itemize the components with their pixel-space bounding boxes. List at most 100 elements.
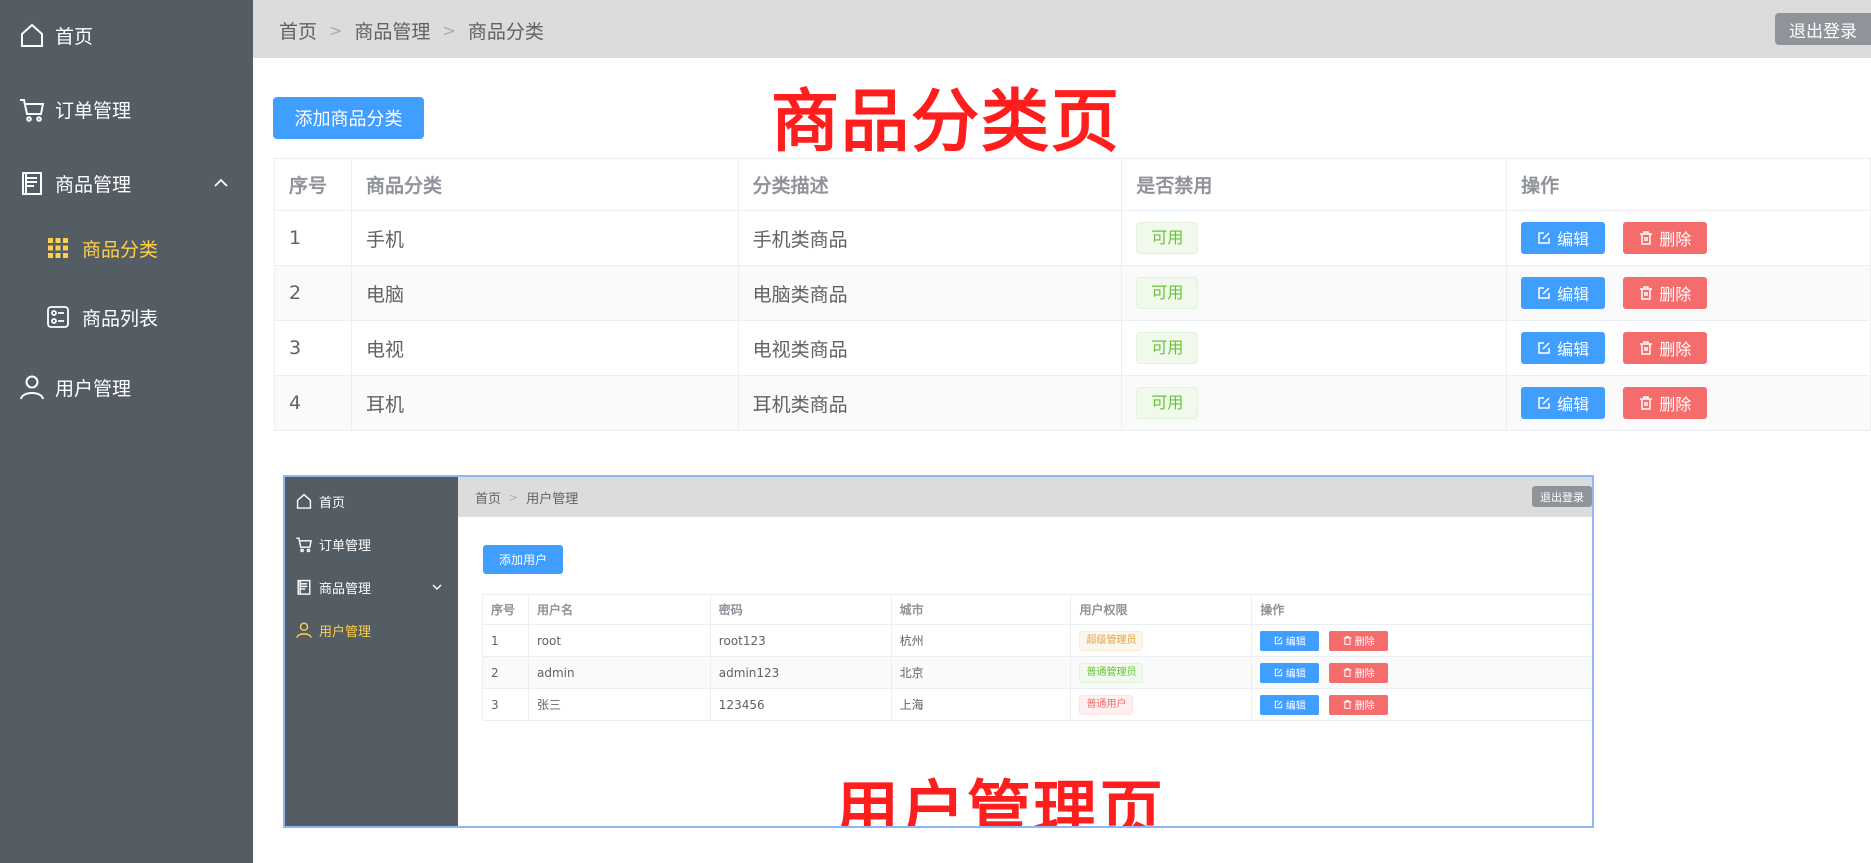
table-header-row: 序号 用户名 密码 城市 用户权限 操作 bbox=[482, 594, 1592, 625]
edit-icon bbox=[1274, 668, 1282, 677]
cell-name: 电视 bbox=[350, 320, 739, 376]
delete-label: 删除 bbox=[1354, 701, 1375, 712]
cell-city: 杭州 bbox=[890, 624, 1072, 657]
cell-name: 耳机 bbox=[350, 375, 739, 431]
category-table: 序号 商品分类 分类描述 是否禁用 操作 1 手机 手机类商品 可用 编辑 删除… bbox=[274, 158, 1871, 431]
screenshot-logout-button: 退出登录 bbox=[1532, 486, 1592, 507]
cell-username: 张三 bbox=[527, 688, 711, 721]
breadcrumb-item-current: 用户管理 bbox=[526, 492, 579, 507]
cell-index: 2 bbox=[274, 265, 352, 321]
cell-actions: 编辑 删除 bbox=[1506, 210, 1871, 266]
screenshot-sidebar-item-home: 首页 bbox=[285, 481, 458, 521]
cell-index: 1 bbox=[482, 624, 529, 657]
sidebar-item-product-list[interactable]: 商品列表 bbox=[0, 287, 253, 347]
table-header-row: 序号 商品分类 分类描述 是否禁用 操作 bbox=[274, 158, 1871, 211]
cell-index: 1 bbox=[274, 210, 352, 266]
delete-button[interactable]: 删除 bbox=[1623, 332, 1708, 364]
sidebar-item-label: 首页 bbox=[319, 495, 346, 511]
cell-city: 上海 bbox=[890, 688, 1072, 721]
status-badge: 可用 bbox=[1136, 332, 1199, 364]
screenshot-header: 首页 > 用户管理 退出登录 bbox=[458, 477, 1592, 517]
sidebar-item-label: 首页 bbox=[55, 25, 94, 48]
cell-password: admin123 bbox=[709, 656, 892, 689]
cell-role: 超级管理员 bbox=[1070, 624, 1253, 657]
delete-label: 删除 bbox=[1659, 395, 1692, 414]
edit-label: 编辑 bbox=[1557, 230, 1590, 249]
cell-desc: 耳机类商品 bbox=[737, 375, 1123, 431]
cell-name: 手机 bbox=[350, 210, 739, 266]
chevron-right-icon: > bbox=[509, 491, 519, 504]
cell-index: 2 bbox=[482, 656, 529, 689]
delete-button[interactable]: 删除 bbox=[1623, 387, 1708, 419]
trash-icon bbox=[1343, 700, 1351, 709]
breadcrumb-item-home[interactable]: 首页 bbox=[279, 17, 317, 44]
role-badge: 普通管理员 bbox=[1079, 662, 1144, 683]
chevron-up-icon bbox=[214, 178, 228, 187]
column-header: 是否禁用 bbox=[1121, 158, 1508, 211]
role-badge: 普通用户 bbox=[1079, 694, 1134, 715]
sidebar-item-orders[interactable]: 订单管理 bbox=[0, 79, 253, 139]
breadcrumb-item-products[interactable]: 商品管理 bbox=[354, 17, 430, 44]
screenshot-sidebar-item-users: 用户管理 bbox=[285, 610, 458, 650]
edit-button[interactable]: 编辑 bbox=[1521, 222, 1606, 254]
cell-actions: 编辑 删除 bbox=[1251, 688, 1592, 721]
logout-button[interactable]: 退出登录 bbox=[1775, 13, 1871, 45]
cell-index: 3 bbox=[482, 688, 529, 721]
sidebar-item-label: 商品管理 bbox=[319, 581, 372, 597]
cell-index: 4 bbox=[274, 375, 352, 431]
cell-status: 可用 bbox=[1121, 265, 1508, 321]
user-table: 序号 用户名 密码 城市 用户权限 操作 1 root root123 杭州 超… bbox=[482, 594, 1592, 721]
column-header: 商品分类 bbox=[350, 158, 739, 211]
sidebar-item-label: 用户管理 bbox=[55, 377, 132, 400]
trash-icon bbox=[1640, 341, 1653, 355]
cell-city: 北京 bbox=[890, 656, 1072, 689]
edit-label: 编辑 bbox=[1285, 637, 1306, 648]
cell-status: 可用 bbox=[1121, 210, 1508, 266]
status-badge: 可用 bbox=[1136, 222, 1199, 254]
role-badge: 超级管理员 bbox=[1079, 630, 1144, 651]
edit-button[interactable]: 编辑 bbox=[1521, 277, 1606, 309]
home-icon bbox=[21, 23, 43, 47]
delete-button[interactable]: 删除 bbox=[1623, 277, 1708, 309]
overlay-title-categories: 商品分类页 bbox=[771, 83, 1122, 162]
sidebar-item-home[interactable]: 首页 bbox=[0, 5, 253, 65]
cell-password: root123 bbox=[709, 624, 892, 657]
edit-label: 编辑 bbox=[1557, 340, 1590, 359]
edit-button[interactable]: 编辑 bbox=[1521, 332, 1606, 364]
cell-actions: 编辑 删除 bbox=[1506, 265, 1871, 321]
delete-button[interactable]: 删除 bbox=[1623, 222, 1708, 254]
column-header: 用户名 bbox=[527, 594, 711, 625]
column-header: 操作 bbox=[1251, 594, 1592, 625]
cell-index: 3 bbox=[274, 320, 352, 376]
edit-label: 编辑 bbox=[1285, 701, 1306, 712]
add-category-button[interactable]: 添加商品分类 bbox=[273, 97, 424, 139]
edit-icon bbox=[1538, 342, 1550, 354]
cell-actions: 编辑 删除 bbox=[1251, 656, 1592, 689]
cell-status: 可用 bbox=[1121, 320, 1508, 376]
screenshot-add-user-button: 添加用户 bbox=[483, 545, 563, 574]
cell-desc: 电视类商品 bbox=[737, 320, 1123, 376]
edit-button[interactable]: 编辑 bbox=[1521, 387, 1606, 419]
chevron-right-icon: > bbox=[442, 21, 456, 40]
sidebar-item-label: 商品管理 bbox=[55, 173, 132, 196]
edit-icon bbox=[1538, 232, 1550, 244]
table-row: 1 手机 手机类商品 可用 编辑 删除 bbox=[274, 210, 1871, 266]
edit-button: 编辑 bbox=[1260, 662, 1320, 683]
sidebar-item-categories[interactable]: 商品分类 bbox=[0, 218, 253, 278]
edit-icon bbox=[1274, 636, 1282, 645]
edit-icon bbox=[1538, 287, 1550, 299]
cell-actions: 编辑 删除 bbox=[1251, 624, 1592, 657]
user-icon bbox=[296, 622, 312, 638]
status-badge: 可用 bbox=[1136, 387, 1199, 419]
cell-desc: 电脑类商品 bbox=[737, 265, 1123, 321]
table-row: 4 耳机 耳机类商品 可用 编辑 删除 bbox=[274, 375, 1871, 431]
sidebar-item-label: 商品分类 bbox=[82, 238, 159, 261]
delete-button: 删除 bbox=[1329, 662, 1389, 683]
screenshot-breadcrumb: 首页 > 用户管理 bbox=[475, 488, 578, 507]
cell-actions: 编辑 删除 bbox=[1506, 375, 1871, 431]
sidebar-item-users[interactable]: 用户管理 bbox=[0, 357, 253, 417]
screenshot-sidebar-item-products: 商品管理 bbox=[285, 567, 458, 607]
column-header: 序号 bbox=[274, 158, 352, 211]
sidebar-item-products[interactable]: 商品管理 bbox=[0, 153, 253, 213]
cart-icon bbox=[20, 99, 45, 122]
